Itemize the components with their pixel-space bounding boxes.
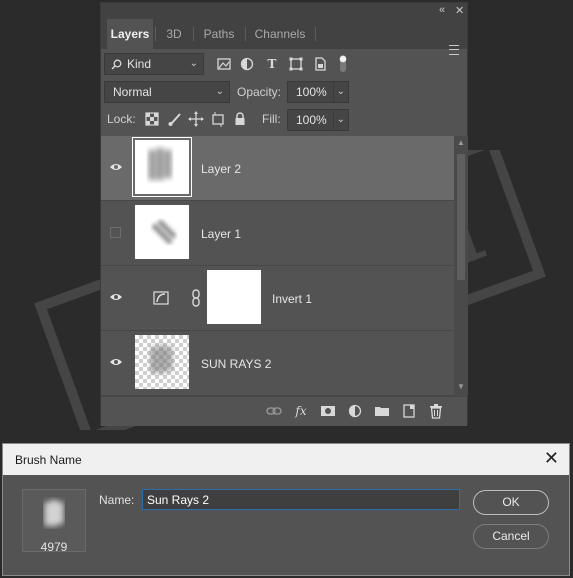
tab-3d[interactable]: 3D [157,19,191,49]
visibility-eye-icon[interactable] [109,355,123,369]
link-icon[interactable] [266,403,282,419]
fill-value: 100% [296,113,327,127]
fill-input[interactable]: 100% [287,109,335,131]
type-filter-icon[interactable]: T [264,56,280,72]
layer-name[interactable]: Layer 1 [201,227,241,241]
visibility-eye-icon[interactable] [109,160,123,174]
image-filter-icon[interactable] [216,56,232,72]
smart-object-filter-icon[interactable] [312,56,328,72]
filter-kind-value: Kind [127,57,152,71]
close-icon[interactable]: ✕ [544,448,559,468]
panel-titlebar: « ✕ [101,3,467,19]
lock-transparent-pixels-icon[interactable] [144,111,160,127]
lock-image-pixels-icon[interactable] [167,111,183,127]
tab-paths[interactable]: Paths [195,19,243,49]
fill-label: Fill: [262,112,281,126]
brush-size-value: 4979 [40,540,68,554]
layer-list: Layer 2 Layer 1 Invert 1 SUN RAYS 2 [101,136,454,396]
name-label: Name: [99,493,135,507]
trash-icon[interactable] [428,403,444,419]
chevron-down-icon: ⌄ [336,114,345,125]
opacity-input[interactable]: 100% [287,81,335,103]
layer-thumbnail [135,335,189,389]
layer-row-layer-2[interactable]: Layer 2 [101,136,454,201]
brush-name-dialog: Brush Name ✕ 4979 Name: OK Cancel [2,443,570,576]
opacity-label: Opacity: [237,85,282,99]
layer-name[interactable]: SUN RAYS 2 [201,357,271,371]
blend-mode-dropdown[interactable]: Normal ⌄ [104,81,230,103]
lock-artboard-icon[interactable] [210,111,226,127]
chevron-down-icon: ⌄ [215,86,224,97]
tab-channels[interactable]: Channels [247,19,313,49]
opacity-value: 100% [296,85,327,99]
brush-name-input[interactable] [142,489,460,510]
filter-kind-dropdown[interactable]: Kind ⌄ [104,53,204,75]
layers-panel: « ✕ Layers 3D Paths Channels Kind ⌄ T No… [100,2,468,426]
scroll-down-icon[interactable]: ▼ [457,382,465,391]
layer-name[interactable]: Invert 1 [272,292,312,306]
folder-icon[interactable] [374,403,390,419]
search-icon [111,59,122,70]
new-layer-icon[interactable] [401,403,417,419]
layer-thumbnail [135,205,189,259]
lock-all-icon[interactable] [232,111,248,127]
panel-tabs: Layers 3D Paths Channels [101,19,467,55]
panel-menu-icon[interactable] [449,45,459,55]
cancel-button[interactable]: Cancel [473,524,549,549]
scroll-up-icon[interactable]: ▲ [457,138,465,147]
opacity-dropdown-button[interactable]: ⌄ [333,81,349,103]
close-icon[interactable]: ✕ [455,4,464,17]
shape-filter-icon[interactable] [288,56,304,72]
lock-position-icon[interactable] [188,111,204,127]
layer-row-invert-1[interactable]: Invert 1 [101,266,454,331]
mask-icon[interactable] [320,403,336,419]
ok-button[interactable]: OK [473,490,549,515]
fx-icon[interactable]: fx [293,403,309,419]
chevron-down-icon: ⌄ [336,86,345,97]
layer-name[interactable]: Layer 2 [201,162,241,176]
chevron-down-icon: ⌄ [189,58,198,69]
layer-mask-thumbnail [207,270,261,324]
visibility-eye-icon[interactable] [109,290,123,304]
adjustment-filter-icon[interactable] [239,56,255,72]
layer-row-layer-1[interactable]: Layer 1 [101,201,454,266]
layer-thumbnail [132,137,192,197]
chain-link-icon[interactable] [190,289,202,307]
fill-dropdown-button[interactable]: ⌄ [333,109,349,131]
visibility-toggle-off[interactable] [110,227,121,238]
adjustment-icon[interactable] [347,403,363,419]
layers-panel-footer: fx [101,396,467,426]
scrollbar-thumb[interactable] [457,154,465,280]
layer-row-sun-rays-2[interactable]: SUN RAYS 2 [101,331,454,396]
lock-label: Lock: [107,112,136,126]
invert-adjustment-icon [153,291,169,305]
layer-list-scrollbar[interactable]: ▲ ▼ [454,136,468,396]
dialog-title: Brush Name [15,453,82,467]
toggle-filter-icon[interactable] [337,54,349,74]
dialog-titlebar: Brush Name ✕ [3,444,569,475]
blend-mode-value: Normal [113,85,152,99]
tab-layers[interactable]: Layers [107,19,153,49]
collapse-icon[interactable]: « [439,4,445,16]
